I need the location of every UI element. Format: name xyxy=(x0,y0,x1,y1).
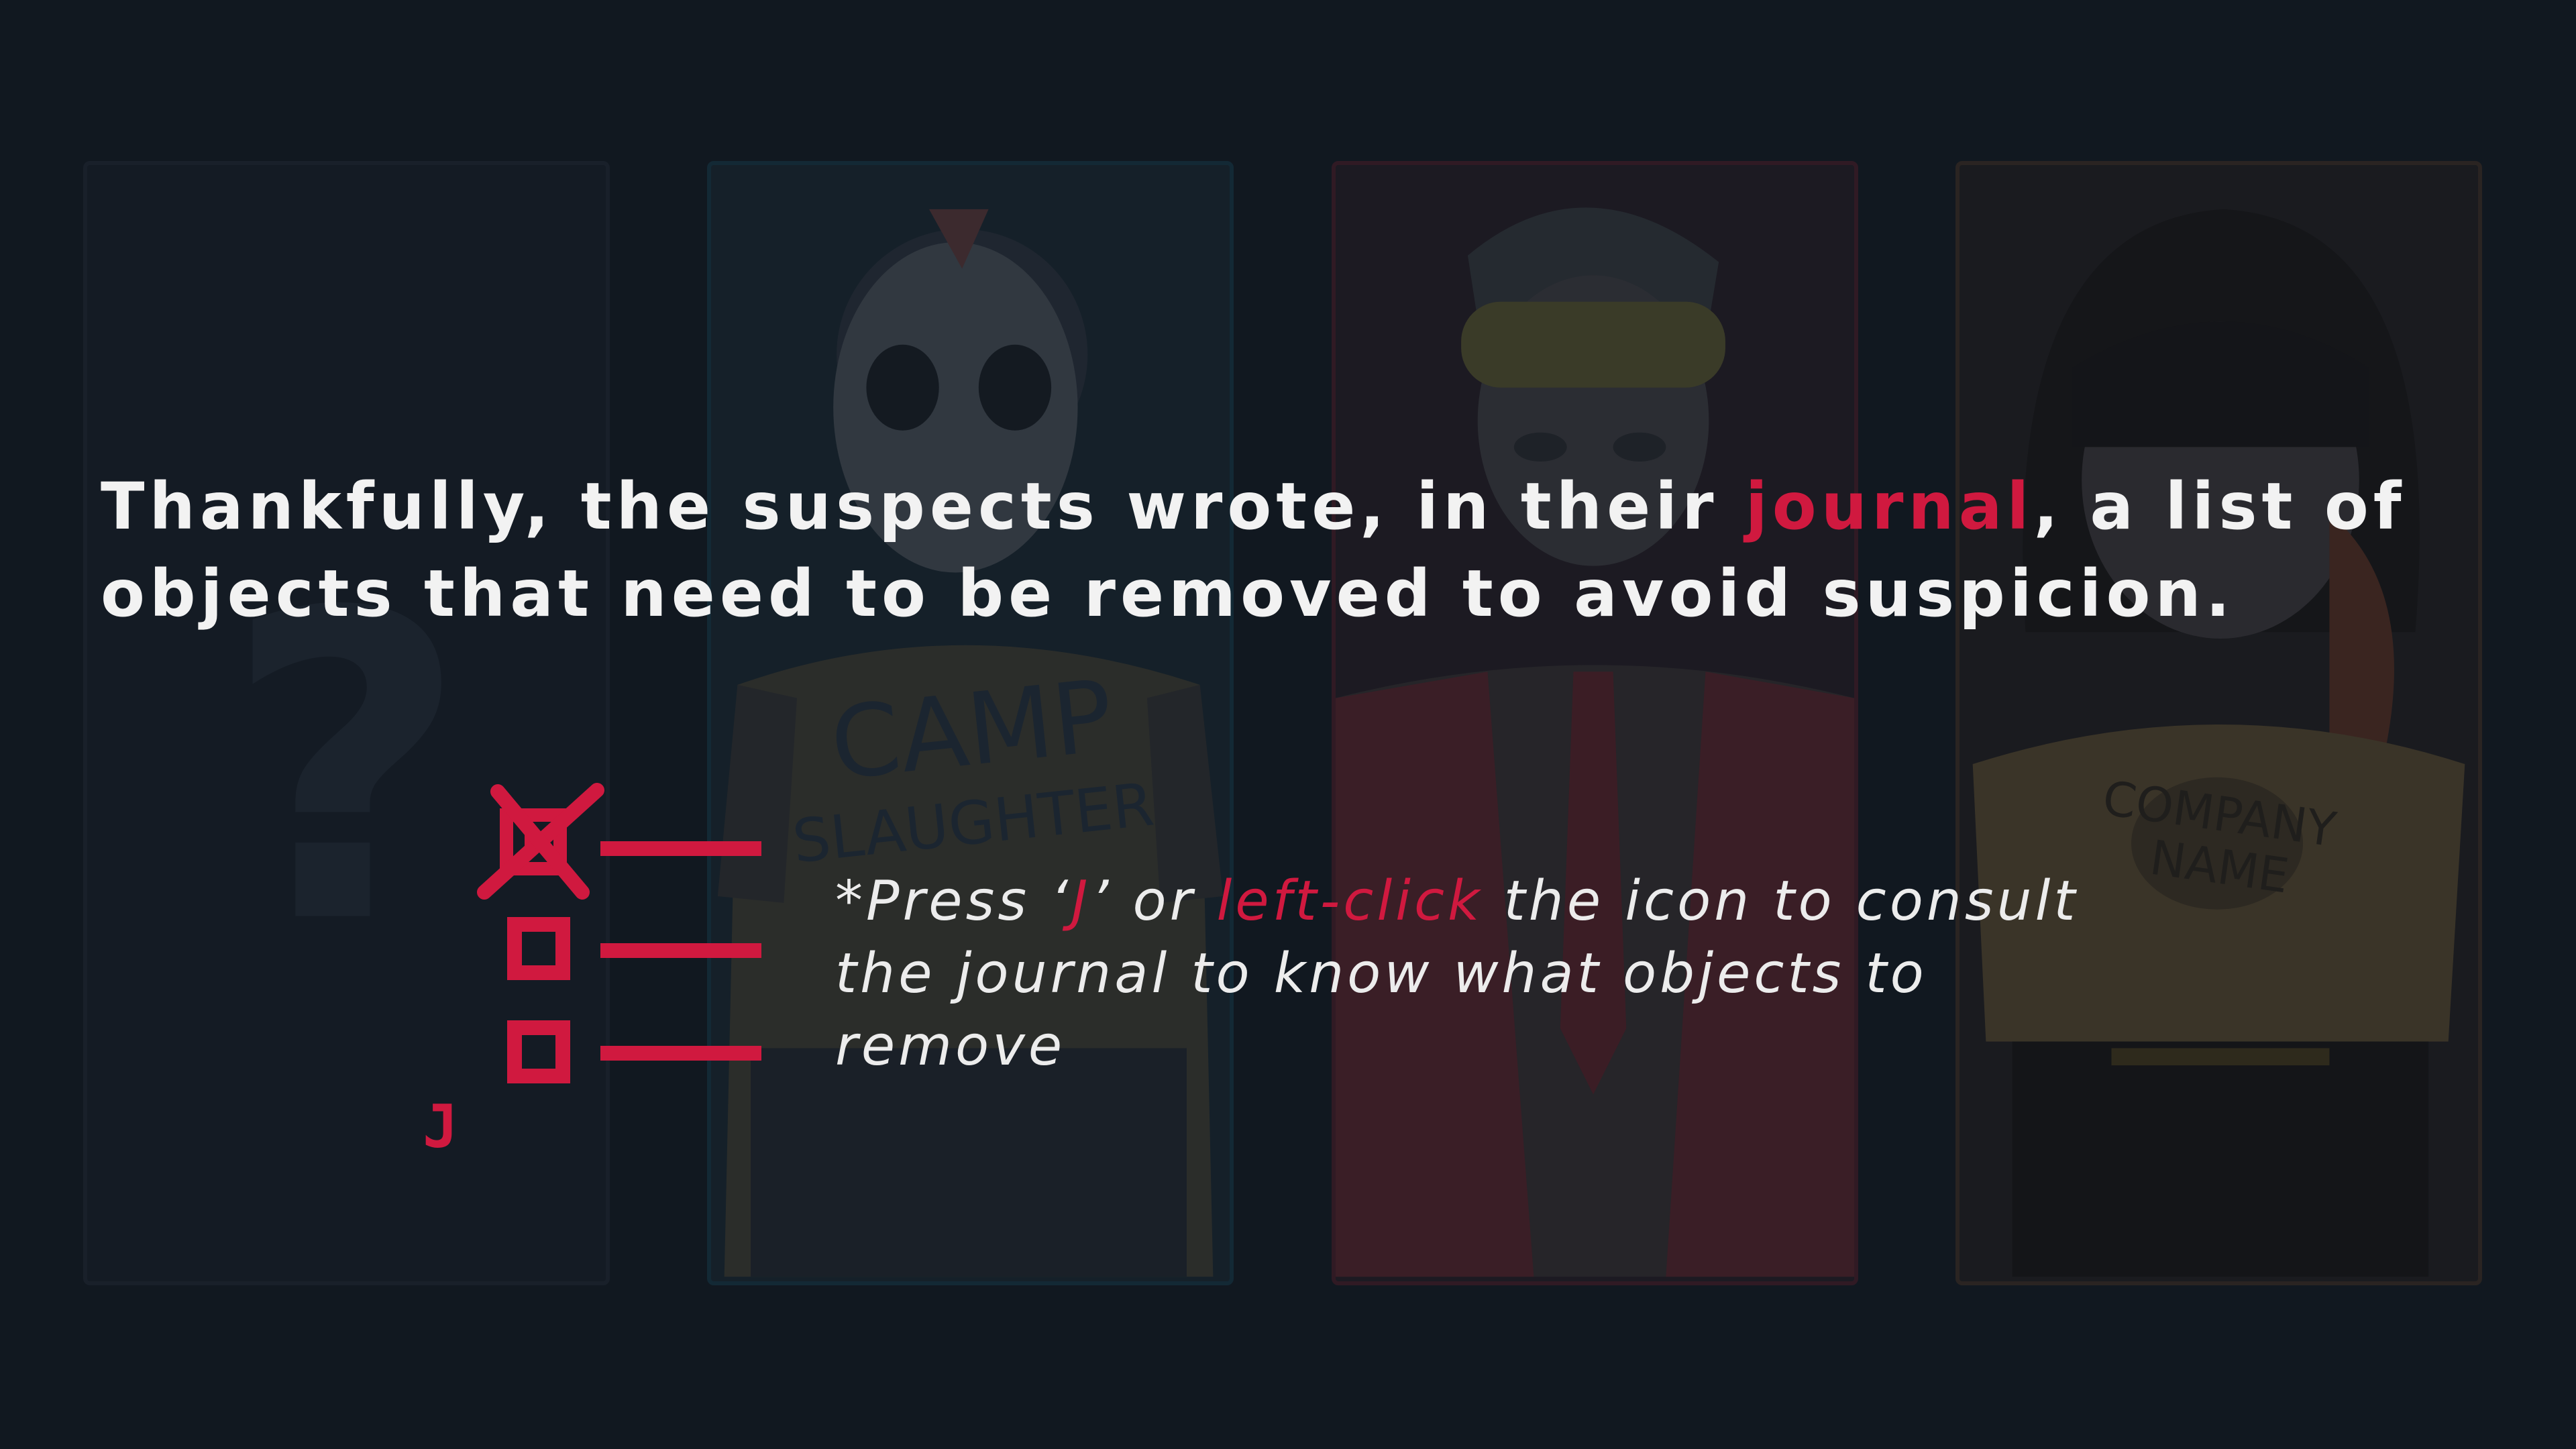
hint-middle: ’ or xyxy=(1091,869,1217,933)
checklist-icon[interactable] xyxy=(470,778,778,1100)
hint-action: left-click xyxy=(1216,869,1483,933)
hint-key: J xyxy=(1071,869,1091,933)
hint-text: *Press ‘J’ or left-click the icon to con… xyxy=(835,865,2177,1083)
suspect-card-hooded: COMPANY NAME xyxy=(1955,161,2482,1285)
journal-button[interactable] xyxy=(470,778,778,1100)
tutorial-screen: ? CAMP SLAUGHTER COMPANY NAME Thankfully… xyxy=(0,0,2576,1449)
suspect-card-hockey-mask: CAMP SLAUGHTER xyxy=(707,161,1234,1285)
journal-key-label: J xyxy=(423,1092,458,1161)
narration-text: Thankfully, the suspects wrote, in their… xyxy=(101,463,2449,637)
hooded-suspect-portrait: COMPANY NAME xyxy=(1972,209,2465,1277)
narration-highlight-journal: journal xyxy=(1745,469,2034,544)
unknown-suspect-portrait: ? xyxy=(223,524,469,1016)
hockey-mask-suspect-portrait: CAMP SLAUGHTER xyxy=(717,209,1224,1277)
suspect-card-unknown: ? xyxy=(83,161,610,1285)
goggles-suspect-portrait xyxy=(1336,207,1854,1277)
narration-part1: Thankfully, the suspects wrote, in their xyxy=(101,469,1746,544)
hint-prefix: *Press ‘ xyxy=(835,869,1072,933)
suspect-card-goggles xyxy=(1332,161,1858,1285)
